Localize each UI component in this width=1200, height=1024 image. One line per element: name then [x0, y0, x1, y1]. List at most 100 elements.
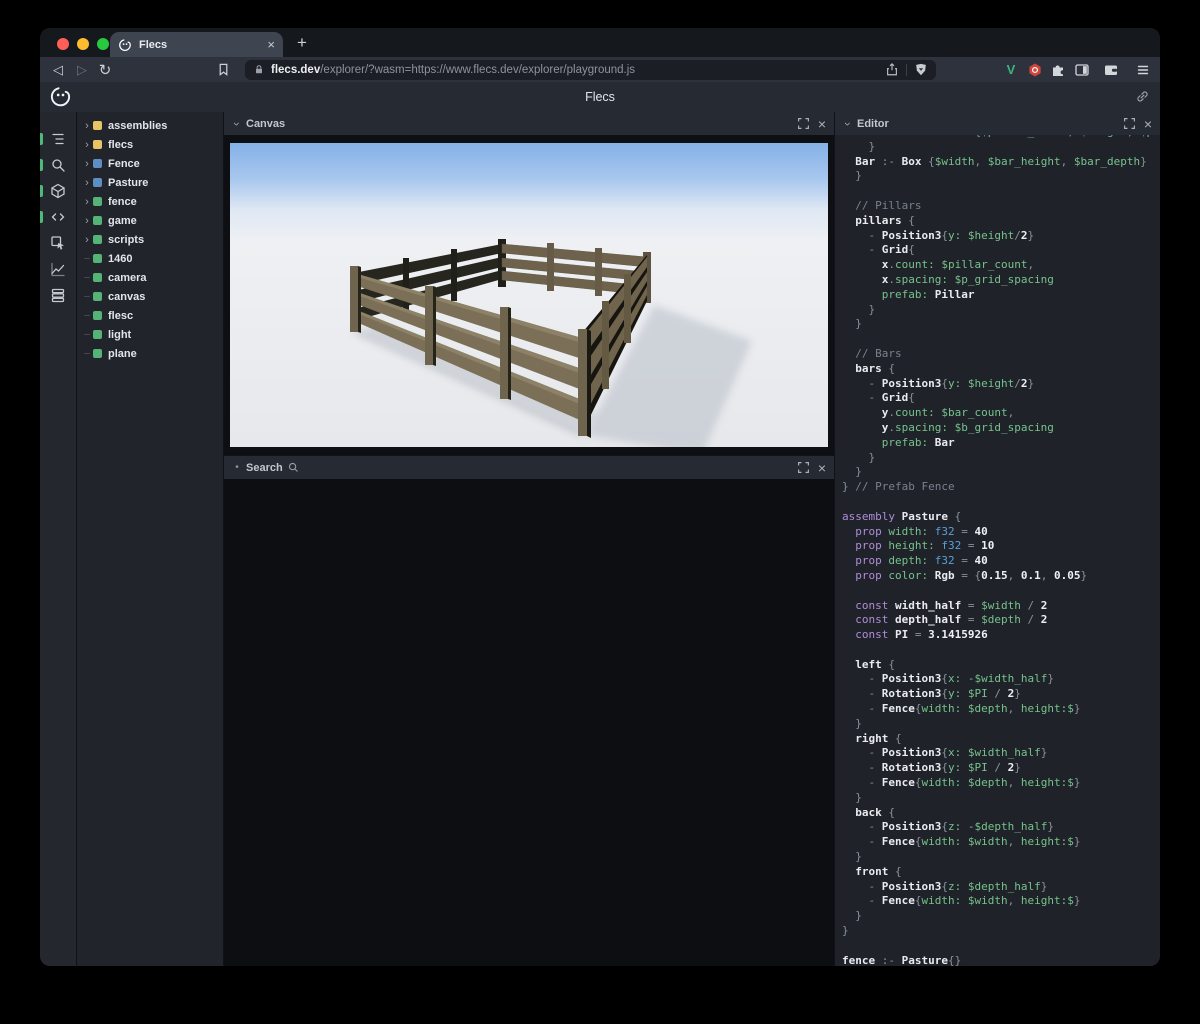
sidebar-item-flecs[interactable]: › flecs [77, 135, 223, 154]
code-line[interactable] [842, 184, 1160, 199]
minimize-window-button[interactable] [77, 38, 89, 50]
code-line[interactable]: y.count: $bar_count, [842, 406, 1160, 421]
code-line[interactable]: - Grid{ [842, 243, 1160, 258]
sidebar-item-fence[interactable]: › fence [77, 192, 223, 211]
code-line[interactable]: } [842, 465, 1160, 480]
code-line[interactable]: prefab: Pillar [842, 288, 1160, 303]
expander-icon[interactable]: › [81, 139, 93, 151]
code-line[interactable]: - Grid{ [842, 391, 1160, 406]
code-line[interactable]: front { [842, 865, 1160, 880]
code-line[interactable]: const PI = 3.1415926 [842, 628, 1160, 643]
expander-icon[interactable]: › [81, 234, 93, 246]
code-line[interactable]: - Fence{width: $depth, height:$} [842, 776, 1160, 791]
code-line[interactable]: const depth_half = $depth / 2 [842, 613, 1160, 628]
url-bar[interactable]: flecs.dev/explorer/?wasm=https://www.fle… [245, 59, 936, 80]
rail-button-chart-icon[interactable] [40, 256, 76, 282]
code-line[interactable]: prefab: Bar [842, 436, 1160, 451]
code-line[interactable]: pillars { [842, 214, 1160, 229]
code-line[interactable]: Pillar :- Box {$pillar_width, $height, $… [842, 135, 1160, 140]
leaf-dash-icon[interactable]: – [81, 291, 93, 302]
code-line[interactable]: left { [842, 658, 1160, 673]
code-line[interactable]: x.spacing: $p_grid_spacing [842, 273, 1160, 288]
sidebar-item-light[interactable]: – light [77, 325, 223, 344]
sidebar-item-canvas[interactable]: – canvas [77, 287, 223, 306]
leaf-dash-icon[interactable]: – [81, 272, 93, 283]
editor-body[interactable]: Pillar :- Box {$pillar_width, $height, $… [835, 135, 1160, 966]
code-line[interactable]: - Position3{x: -$width_half} [842, 672, 1160, 687]
expander-icon[interactable]: › [81, 177, 93, 189]
code-line[interactable]: const width_half = $width / 2 [842, 599, 1160, 614]
leaf-dash-icon[interactable]: – [81, 310, 93, 321]
reload-icon[interactable]: ↻ [95, 57, 115, 82]
code-line[interactable]: prop height: f32 = 10 [842, 539, 1160, 554]
code-area[interactable]: Pillar :- Box {$pillar_width, $height, $… [835, 135, 1160, 966]
code-line[interactable]: } [842, 717, 1160, 732]
3d-viewport[interactable] [230, 143, 828, 447]
code-line[interactable]: // Bars [842, 347, 1160, 362]
sidebar-item-game[interactable]: › game [77, 211, 223, 230]
expander-icon[interactable]: › [81, 120, 93, 132]
brave-shield-icon[interactable] [914, 62, 928, 77]
code-line[interactable]: fence :- Pasture{} [842, 954, 1160, 966]
rail-button-cube-icon[interactable] [40, 178, 76, 204]
close-icon[interactable]: × [1144, 117, 1152, 131]
code-line[interactable]: prop width: f32 = 40 [842, 525, 1160, 540]
sidebar-item-camera[interactable]: – camera [77, 268, 223, 287]
search-panel-body[interactable] [224, 479, 834, 966]
code-line[interactable] [842, 584, 1160, 599]
code-line[interactable]: - Fence{width: $width, height:$} [842, 894, 1160, 909]
leaf-dash-icon[interactable]: – [81, 329, 93, 340]
code-line[interactable]: - Position3{z: -$depth_half} [842, 820, 1160, 835]
code-line[interactable]: prop color: Rgb = {0.15, 0.1, 0.05} [842, 569, 1160, 584]
wallet-icon[interactable] [1101, 57, 1121, 82]
forward-icon[interactable]: ▷ [72, 57, 92, 82]
code-line[interactable]: } [842, 303, 1160, 318]
zoom-window-button[interactable] [97, 38, 109, 50]
fullscreen-icon[interactable] [797, 461, 810, 474]
code-line[interactable]: assembly Pasture { [842, 510, 1160, 525]
browser-tab[interactable]: Flecs × [110, 32, 283, 57]
code-line[interactable]: } [842, 140, 1160, 155]
code-line[interactable]: } [842, 850, 1160, 865]
rail-button-outliner-icon[interactable] [40, 126, 76, 152]
code-line[interactable]: } [842, 924, 1160, 939]
code-line[interactable] [842, 332, 1160, 347]
sidebar-item-Pasture[interactable]: › Pasture [77, 173, 223, 192]
code-line[interactable]: - Rotation3{y: $PI / 2} [842, 687, 1160, 702]
chevron-down-icon[interactable]: › [230, 119, 244, 129]
rail-button-rows-icon[interactable] [40, 282, 76, 308]
new-tab-button[interactable]: + [290, 31, 314, 55]
code-line[interactable]: Bar :- Box {$width, $bar_height, $bar_de… [842, 155, 1160, 170]
close-icon[interactable]: × [818, 461, 826, 475]
fullscreen-icon[interactable] [1123, 117, 1136, 130]
code-line[interactable]: } [842, 791, 1160, 806]
code-line[interactable]: - Rotation3{y: $PI / 2} [842, 761, 1160, 776]
code-line[interactable]: - Position3{z: $depth_half} [842, 880, 1160, 895]
sidebar-item-flesc[interactable]: – flesc [77, 306, 223, 325]
tab-close-icon[interactable]: × [267, 38, 275, 51]
close-window-button[interactable] [57, 38, 69, 50]
link-icon[interactable] [1135, 89, 1150, 104]
code-line[interactable]: prop depth: f32 = 40 [842, 554, 1160, 569]
code-line[interactable] [842, 939, 1160, 954]
leaf-dash-icon[interactable]: – [81, 253, 93, 264]
sidebar-item-plane[interactable]: – plane [77, 344, 223, 363]
code-line[interactable]: - Position3{y: $height/2} [842, 377, 1160, 392]
chevron-down-icon[interactable]: › [841, 119, 855, 129]
code-line[interactable]: } [842, 317, 1160, 332]
sidebar-item-1460[interactable]: – 1460 [77, 249, 223, 268]
code-line[interactable]: bars { [842, 362, 1160, 377]
fullscreen-icon[interactable] [797, 117, 810, 130]
menu-icon[interactable] [1133, 57, 1153, 82]
bookmark-icon[interactable] [213, 57, 233, 82]
sidebar-item-scripts[interactable]: › scripts [77, 230, 223, 249]
leaf-dash-icon[interactable]: – [81, 348, 93, 359]
rail-button-inspect-icon[interactable] [40, 230, 76, 256]
rail-button-code-icon[interactable] [40, 204, 76, 230]
code-line[interactable] [842, 495, 1160, 510]
back-icon[interactable]: ◁ [48, 57, 68, 82]
expander-icon[interactable]: › [81, 215, 93, 227]
sidebar-item-assemblies[interactable]: › assemblies [77, 116, 223, 135]
sidebar-item-Fence[interactable]: › Fence [77, 154, 223, 173]
extensions-puzzle-icon[interactable] [1048, 57, 1068, 82]
